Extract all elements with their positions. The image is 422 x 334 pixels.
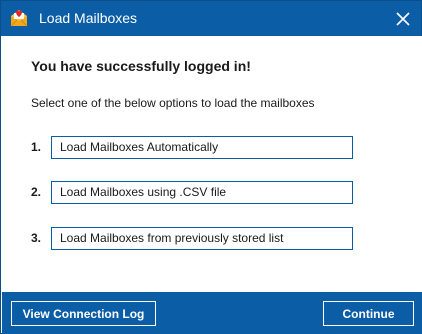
instruction-text: Select one of the below options to load … (31, 96, 315, 110)
option-number: 3. (31, 231, 42, 245)
window-title: Load Mailboxes (39, 10, 138, 26)
option-number: 1. (31, 140, 42, 154)
dialog-content: You have successfully logged in! Select … (2, 36, 422, 292)
continue-button[interactable]: Continue (323, 301, 414, 326)
view-connection-log-button[interactable]: View Connection Log (11, 301, 156, 326)
load-csv-option[interactable]: Load Mailboxes using .CSV file (51, 181, 353, 204)
close-button[interactable] (385, 1, 421, 36)
load-automatically-option[interactable]: Load Mailboxes Automatically (51, 136, 353, 159)
load-stored-list-option[interactable]: Load Mailboxes from previously stored li… (51, 227, 353, 250)
close-icon (396, 11, 410, 26)
option-number: 2. (31, 185, 42, 199)
title-bar: Load Mailboxes (1, 1, 421, 36)
load-mailboxes-dialog: Load Mailboxes You have successfully log… (0, 0, 422, 334)
mailbox-app-icon (9, 8, 29, 28)
dialog-footer: View Connection Log Continue (2, 292, 422, 334)
success-heading: You have successfully logged in! (31, 58, 251, 74)
